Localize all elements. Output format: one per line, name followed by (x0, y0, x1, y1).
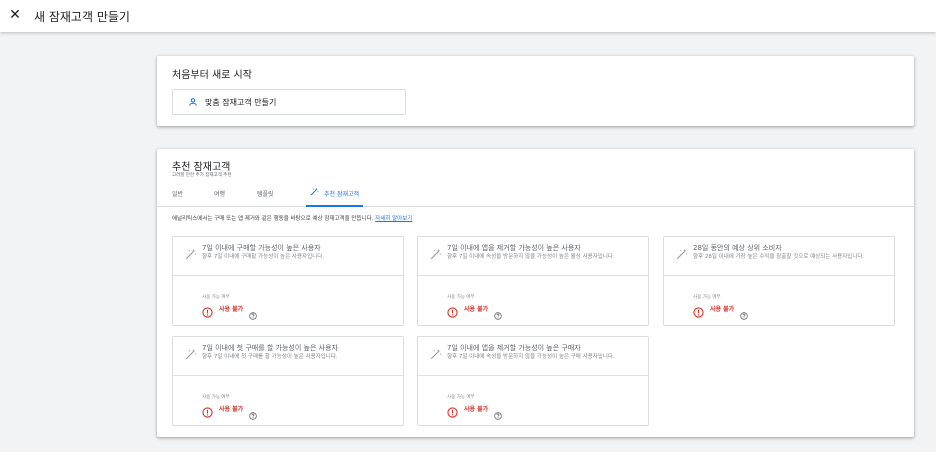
tab-templates[interactable]: 템플릿 (257, 189, 274, 207)
page-title: 새 잠재고객 만들기 (34, 10, 130, 24)
create-custom-audience-label: 맞춤 잠재고객 만들기 (205, 97, 277, 107)
create-custom-audience-button[interactable]: 맞춤 잠재고객 만들기 (172, 89, 406, 115)
help-icon[interactable] (249, 305, 257, 320)
start-from-scratch-card: 처음부터 새로 시작 맞춤 잠재고객 만들기 (157, 56, 914, 126)
availability-label: 사용 가능 여부 (202, 295, 230, 300)
tab-general-label: 일반 (172, 191, 184, 198)
audience-tile[interactable]: 7일 이내에 첫 구매를 할 가능성이 높은 사용자 향후 7일 이내에 첫 구… (172, 336, 404, 426)
audience-tile[interactable]: 7일 이내에 앱을 제거할 가능성이 높은 구매자 향후 7일 이내에 속성을 … (417, 336, 649, 426)
tab-templates-label: 템플릿 (257, 191, 274, 198)
suggested-audiences-subheading: 고려할 만한 추가 잠재고객 추천 (172, 173, 232, 178)
tile-description: 향후 7일 이내에 속성을 방문하지 않을 가능성이 높은 활성 사용자입니다. (447, 254, 615, 260)
tile-title: 28일 동안의 예상 상위 소비자 (693, 244, 782, 252)
suggested-audiences-card: 추천 잠재고객 고려할 만한 추가 잠재고객 추천 일반 여행 템플릿 추천 잠… (157, 149, 914, 437)
status-text: 사용 불가 (464, 406, 489, 413)
error-icon (202, 403, 213, 418)
availability-status: 사용 불가 (202, 303, 257, 320)
availability-label: 사용 가능 여부 (202, 395, 230, 400)
availability-status: 사용 불가 (447, 403, 502, 420)
magic-wand-icon (430, 345, 442, 360)
tile-title: 7일 이내에 앱을 제거할 가능성이 높은 구매자 (447, 344, 581, 352)
audience-tabs: 일반 여행 템플릿 추천 잠재고객 (157, 185, 914, 207)
status-text: 사용 불가 (710, 306, 735, 313)
tab-travel[interactable]: 여행 (214, 189, 225, 207)
tile-description: 향후 7일 이내에 속성을 방문하지 않을 가능성이 높은 구매 사용자입니다. (447, 354, 615, 360)
person-icon (187, 96, 199, 108)
tile-description: 향후 7일 이내에 첫 구매를 할 가능성이 높은 사용자입니다. (202, 354, 338, 360)
start-from-scratch-heading: 처음부터 새로 시작 (172, 70, 252, 81)
tile-description: 향후 28일 이내에 가장 높은 수익을 창출할 것으로 예상되는 사용자입니다… (693, 254, 865, 260)
top-bar: ✕ 새 잠재고객 만들기 (0, 0, 936, 32)
audience-tile[interactable]: 7일 이내에 앱을 제거할 가능성이 높은 사용자 향후 7일 이내에 속성을 … (417, 236, 649, 326)
predictive-description: 애널리틱스에서는 구매 또는 앱 제거와 같은 행동을 바탕으로 예상 잠재고객… (172, 214, 412, 222)
magic-wand-icon (185, 245, 197, 260)
predictive-description-text: 애널리틱스에서는 구매 또는 앱 제거와 같은 행동을 바탕으로 예상 잠재고객… (172, 216, 374, 222)
tile-title: 7일 이내에 앱을 제거할 가능성이 높은 사용자 (447, 244, 581, 252)
learn-more-link[interactable]: 자세히 알아보기 (375, 216, 412, 222)
availability-label: 사용 가능 여부 (447, 395, 475, 400)
tile-title: 7일 이내에 구매할 가능성이 높은 사용자 (202, 244, 321, 252)
magic-wand-icon (185, 345, 197, 360)
availability-label: 사용 가능 여부 (693, 295, 721, 300)
help-icon[interactable] (494, 405, 502, 420)
magic-wand-icon (430, 245, 442, 260)
help-icon[interactable] (249, 405, 257, 420)
status-text: 사용 불가 (464, 306, 489, 313)
tab-predictive[interactable]: 추천 잠재고객 (306, 187, 364, 207)
error-icon (447, 403, 458, 418)
magic-wand-icon (676, 245, 688, 260)
suggested-audiences-heading: 추천 잠재고객 (172, 162, 231, 173)
audience-tile[interactable]: 7일 이내에 구매할 가능성이 높은 사용자 향후 7일 이내에 구매할 가능성… (172, 236, 404, 326)
tab-travel-label: 여행 (214, 191, 226, 198)
tile-description: 향후 7일 이내에 구매할 가능성이 높은 사용자입니다. (202, 254, 324, 260)
help-icon[interactable] (740, 305, 748, 320)
availability-status: 사용 불가 (447, 303, 502, 320)
error-icon (447, 303, 458, 318)
availability-status: 사용 불가 (693, 303, 748, 320)
tab-predictive-label: 추천 잠재고객 (324, 191, 360, 198)
tab-general[interactable]: 일반 (172, 189, 183, 207)
error-icon (693, 303, 704, 318)
tile-title: 7일 이내에 첫 구매를 할 가능성이 높은 사용자 (202, 344, 338, 352)
availability-label: 사용 가능 여부 (447, 295, 475, 300)
magic-wand-icon (310, 187, 319, 198)
availability-status: 사용 불가 (202, 403, 257, 420)
audience-tile[interactable]: 28일 동안의 예상 상위 소비자 향후 28일 이내에 가장 높은 수익을 창… (663, 236, 895, 326)
status-text: 사용 불가 (219, 406, 244, 413)
error-icon (202, 303, 213, 318)
status-text: 사용 불가 (219, 306, 244, 313)
close-icon[interactable]: ✕ (6, 6, 24, 24)
help-icon[interactable] (494, 305, 502, 320)
